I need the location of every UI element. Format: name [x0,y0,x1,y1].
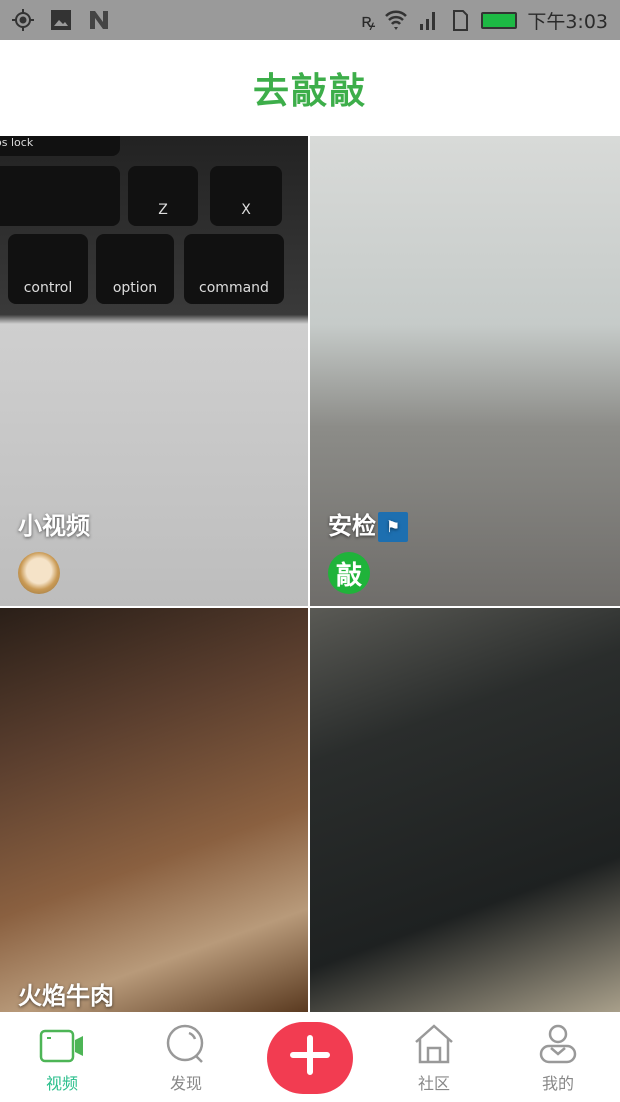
status-bar: ꝶ 下午3:03 [0,0,620,40]
location-icon [12,9,34,31]
tile-label: 火焰牛肉 [18,982,114,1010]
tab-profile[interactable]: 我的 [496,1012,620,1102]
home-icon [415,1024,453,1064]
keyboard-key: X [210,166,282,226]
video-tile[interactable]: 火焰牛肉 [0,608,308,1012]
video-tile[interactable] [310,608,620,1012]
keyboard-key: control [8,234,88,304]
video-tile[interactable]: caps lock Z X control option command 小视频 [0,136,308,606]
caps-lock-label: caps lock [0,136,34,149]
knock-avatar[interactable]: 敲 [328,552,370,594]
contacts-icon: ꝶ [361,10,376,32]
bottom-tab-bar: 视频 发现 社区 我的 [0,1012,620,1102]
tab-label: 社区 [417,1074,450,1093]
video-grid: caps lock Z X control option command 小视频… [0,136,620,1012]
tab-label: 发现 [169,1074,202,1093]
wifi-icon [385,10,408,30]
tile-label: 安检 ⚑ [328,506,408,542]
tab-label: 我的 [541,1074,574,1093]
dog-avatar[interactable] [18,552,60,594]
video-camera-icon [39,1029,83,1063]
page-title: 去敲敲 [252,71,367,112]
tab-discover[interactable]: 发现 [124,1012,248,1102]
keyboard-key [0,166,120,226]
keyboard-key: command [184,234,284,304]
n-icon [90,11,108,29]
battery-icon [481,11,518,29]
status-time: 下午3:03 [527,10,608,33]
profile-icon [539,1024,577,1064]
app-header: 去敲敲 [0,40,620,136]
gallery-icon [51,10,71,30]
security-check-icon: ⚑ [378,512,408,542]
tab-label: 视频 [45,1074,78,1093]
plus-icon [267,1022,353,1094]
tab-video[interactable]: 视频 [0,1012,124,1102]
video-tile[interactable]: 安检 ⚑ 敲 [310,136,620,606]
tab-community[interactable]: 社区 [372,1012,496,1102]
caps-lock-key: caps lock [0,136,120,156]
tile-label: 小视频 [18,512,90,540]
keyboard-key: Z [128,166,198,226]
discover-icon [166,1024,204,1063]
signal-icon [420,12,436,30]
publish-button[interactable] [248,1012,372,1102]
keyboard-key: option [96,234,174,304]
sim-icon [453,10,469,31]
